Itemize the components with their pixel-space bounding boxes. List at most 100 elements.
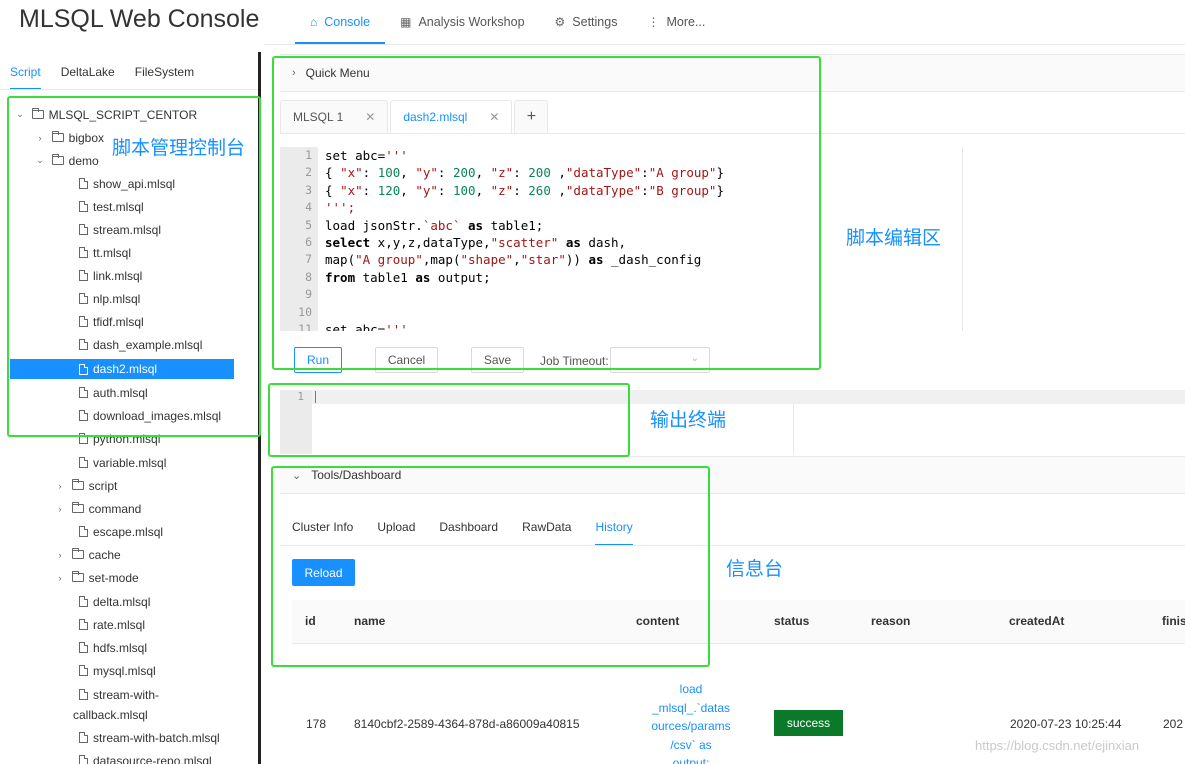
line-number: 3	[305, 182, 312, 197]
close-icon[interactable]: ✕	[489, 110, 499, 124]
tree-file[interactable]: stream.mlsql	[79, 218, 161, 241]
tree-file[interactable]: hdfs.mlsql	[79, 636, 147, 659]
tree-label: dash2.mlsql	[93, 362, 158, 376]
tree-file[interactable]: tt.mlsql	[79, 241, 131, 264]
content-line: load	[679, 682, 703, 696]
code-editor[interactable]: set abc=''' { "x": 100, "y": 200, "z": 20…	[325, 147, 785, 331]
tree-file-continued[interactable]: callback.mlsql	[73, 703, 148, 726]
folder-icon	[51, 154, 64, 165]
job-timeout-select[interactable]: ⌄	[610, 347, 710, 373]
content-line: /csv` as	[670, 737, 712, 752]
nav-console[interactable]: ⌂ Console	[295, 0, 386, 44]
nav-analysis-label: Analysis Workshop	[418, 15, 525, 29]
column-header[interactable]: reason	[871, 614, 910, 628]
tree-file[interactable]: mysql.mlsql	[79, 659, 156, 682]
tree-file[interactable]: python.mlsql	[79, 427, 160, 450]
editor-tab-active[interactable]: dash2.mlsql ✕	[390, 100, 513, 134]
column-header[interactable]: status	[774, 614, 809, 628]
tab-upload[interactable]: Upload	[365, 508, 427, 546]
nav-more[interactable]: ⋮ More...	[632, 0, 720, 44]
tree-file[interactable]: variable.mlsql	[79, 451, 166, 474]
chevron-right-icon: ›	[58, 572, 62, 583]
code-line: { "x": 120, "y": 100, "z": 260 ,"dataTyp…	[325, 182, 724, 198]
close-icon[interactable]: ✕	[365, 110, 375, 124]
tab-filesystem[interactable]: FileSystem	[125, 58, 204, 88]
tab-deltalake[interactable]: DeltaLake	[51, 58, 125, 88]
code-line: from table1 as output;	[325, 269, 491, 285]
tree-label: show_api.mlsql	[93, 176, 176, 191]
nav-settings[interactable]: ⚙ Settings	[540, 0, 633, 44]
tree-folder[interactable]: ⌄ MLSQL_SCRIPT_CENTOR	[15, 103, 197, 126]
folder-icon	[71, 502, 84, 513]
chevron-down-icon: ⌄	[292, 469, 302, 482]
line-number: 8	[305, 269, 312, 284]
tab-history[interactable]: History	[583, 508, 644, 546]
file-icon	[79, 596, 88, 607]
cell-created-at: 2020-07-23 10:25:44	[1010, 717, 1122, 731]
tree-file[interactable]: download_images.mlsql	[79, 404, 221, 427]
editor-tab[interactable]: MLSQL 1 ✕	[280, 100, 389, 134]
file-icon	[79, 201, 88, 212]
tab-dashboard[interactable]: Dashboard	[427, 508, 510, 546]
column-header[interactable]: finis	[1162, 614, 1185, 628]
code-line: set abc='''	[325, 148, 408, 163]
tab-cluster-info[interactable]: Cluster Info	[280, 508, 365, 546]
file-icon	[79, 755, 88, 764]
file-icon	[79, 457, 88, 468]
cell-finished: 202	[1163, 717, 1184, 731]
column-header[interactable]: createdAt	[1009, 614, 1064, 628]
column-header[interactable]: id	[305, 614, 316, 628]
column-header[interactable]: content	[636, 614, 679, 628]
line-number: 1	[297, 390, 304, 403]
reload-button[interactable]: Reload	[292, 559, 355, 586]
tree-label: mysql.mlsql	[93, 663, 156, 678]
tree-label: escape.mlsql	[93, 524, 164, 539]
tree-file[interactable]: datasource-repo.mlsql	[79, 749, 212, 764]
tools-dashboard-bar[interactable]: ⌄ Tools/Dashboard	[280, 456, 1185, 494]
cell-content[interactable]: load _mlsql_.`datas ources/params /csv` …	[651, 680, 731, 764]
tree-label: dash_example.mlsql	[93, 337, 203, 352]
tree-file[interactable]: auth.mlsql	[79, 381, 148, 404]
chevron-right-icon: ›	[38, 132, 42, 143]
tab-script[interactable]: Script	[0, 58, 51, 90]
tools-dashboard-label: Tools/Dashboard	[311, 468, 402, 482]
sidebar-tab-divider	[0, 89, 258, 90]
tree-file-selected[interactable]: dash2.mlsql	[10, 359, 234, 379]
tree-folder[interactable]: › script	[55, 474, 118, 497]
tree-file[interactable]: tfidf.mlsql	[79, 310, 144, 333]
tree-label: script	[88, 478, 118, 493]
tree-folder[interactable]: › command	[55, 497, 142, 520]
tree-folder[interactable]: ⌄ demo	[35, 149, 98, 172]
editor-tab-label: MLSQL 1	[293, 110, 344, 124]
header-divider	[265, 44, 1185, 45]
line-number: 10	[298, 304, 312, 319]
tree-folder[interactable]: › cache	[55, 543, 121, 566]
tree-folder[interactable]: › bigbox	[35, 126, 105, 149]
tree-file[interactable]: stream-with-batch.mlsql	[79, 726, 220, 749]
output-divider	[793, 404, 794, 454]
tree-file[interactable]: nlp.mlsql	[79, 287, 140, 310]
tree-label: stream-with-	[93, 687, 160, 702]
tree-file[interactable]: dash_example.mlsql	[79, 333, 202, 356]
quick-menu-bar[interactable]: › Quick Menu	[280, 54, 1185, 92]
panel-divider[interactable]	[258, 52, 261, 764]
tree-file[interactable]: test.mlsql	[79, 195, 144, 218]
run-button[interactable]: Run	[294, 347, 342, 373]
add-tab-button[interactable]: +	[514, 100, 549, 134]
file-icon	[79, 178, 88, 189]
save-button[interactable]: Save	[471, 347, 524, 373]
nav-analysis-workshop[interactable]: ▦ Analysis Workshop	[385, 0, 539, 44]
file-icon	[79, 732, 88, 743]
tree-label: tt.mlsql	[93, 245, 132, 260]
column-header[interactable]: name	[354, 614, 385, 628]
tree-folder[interactable]: › set-mode	[55, 566, 139, 589]
tree-file[interactable]: escape.mlsql	[79, 520, 163, 543]
app-title: MLSQL Web Console	[19, 5, 260, 33]
tree-file[interactable]: show_api.mlsql	[79, 172, 175, 195]
tree-file[interactable]: link.mlsql	[79, 264, 142, 287]
code-line: map("A group",map("shape","star")) as _d…	[325, 252, 702, 268]
cancel-button[interactable]: Cancel	[375, 347, 438, 373]
tab-rawdata[interactable]: RawData	[510, 508, 583, 546]
tree-file[interactable]: rate.mlsql	[79, 613, 145, 636]
tree-file[interactable]: delta.mlsql	[79, 590, 150, 613]
